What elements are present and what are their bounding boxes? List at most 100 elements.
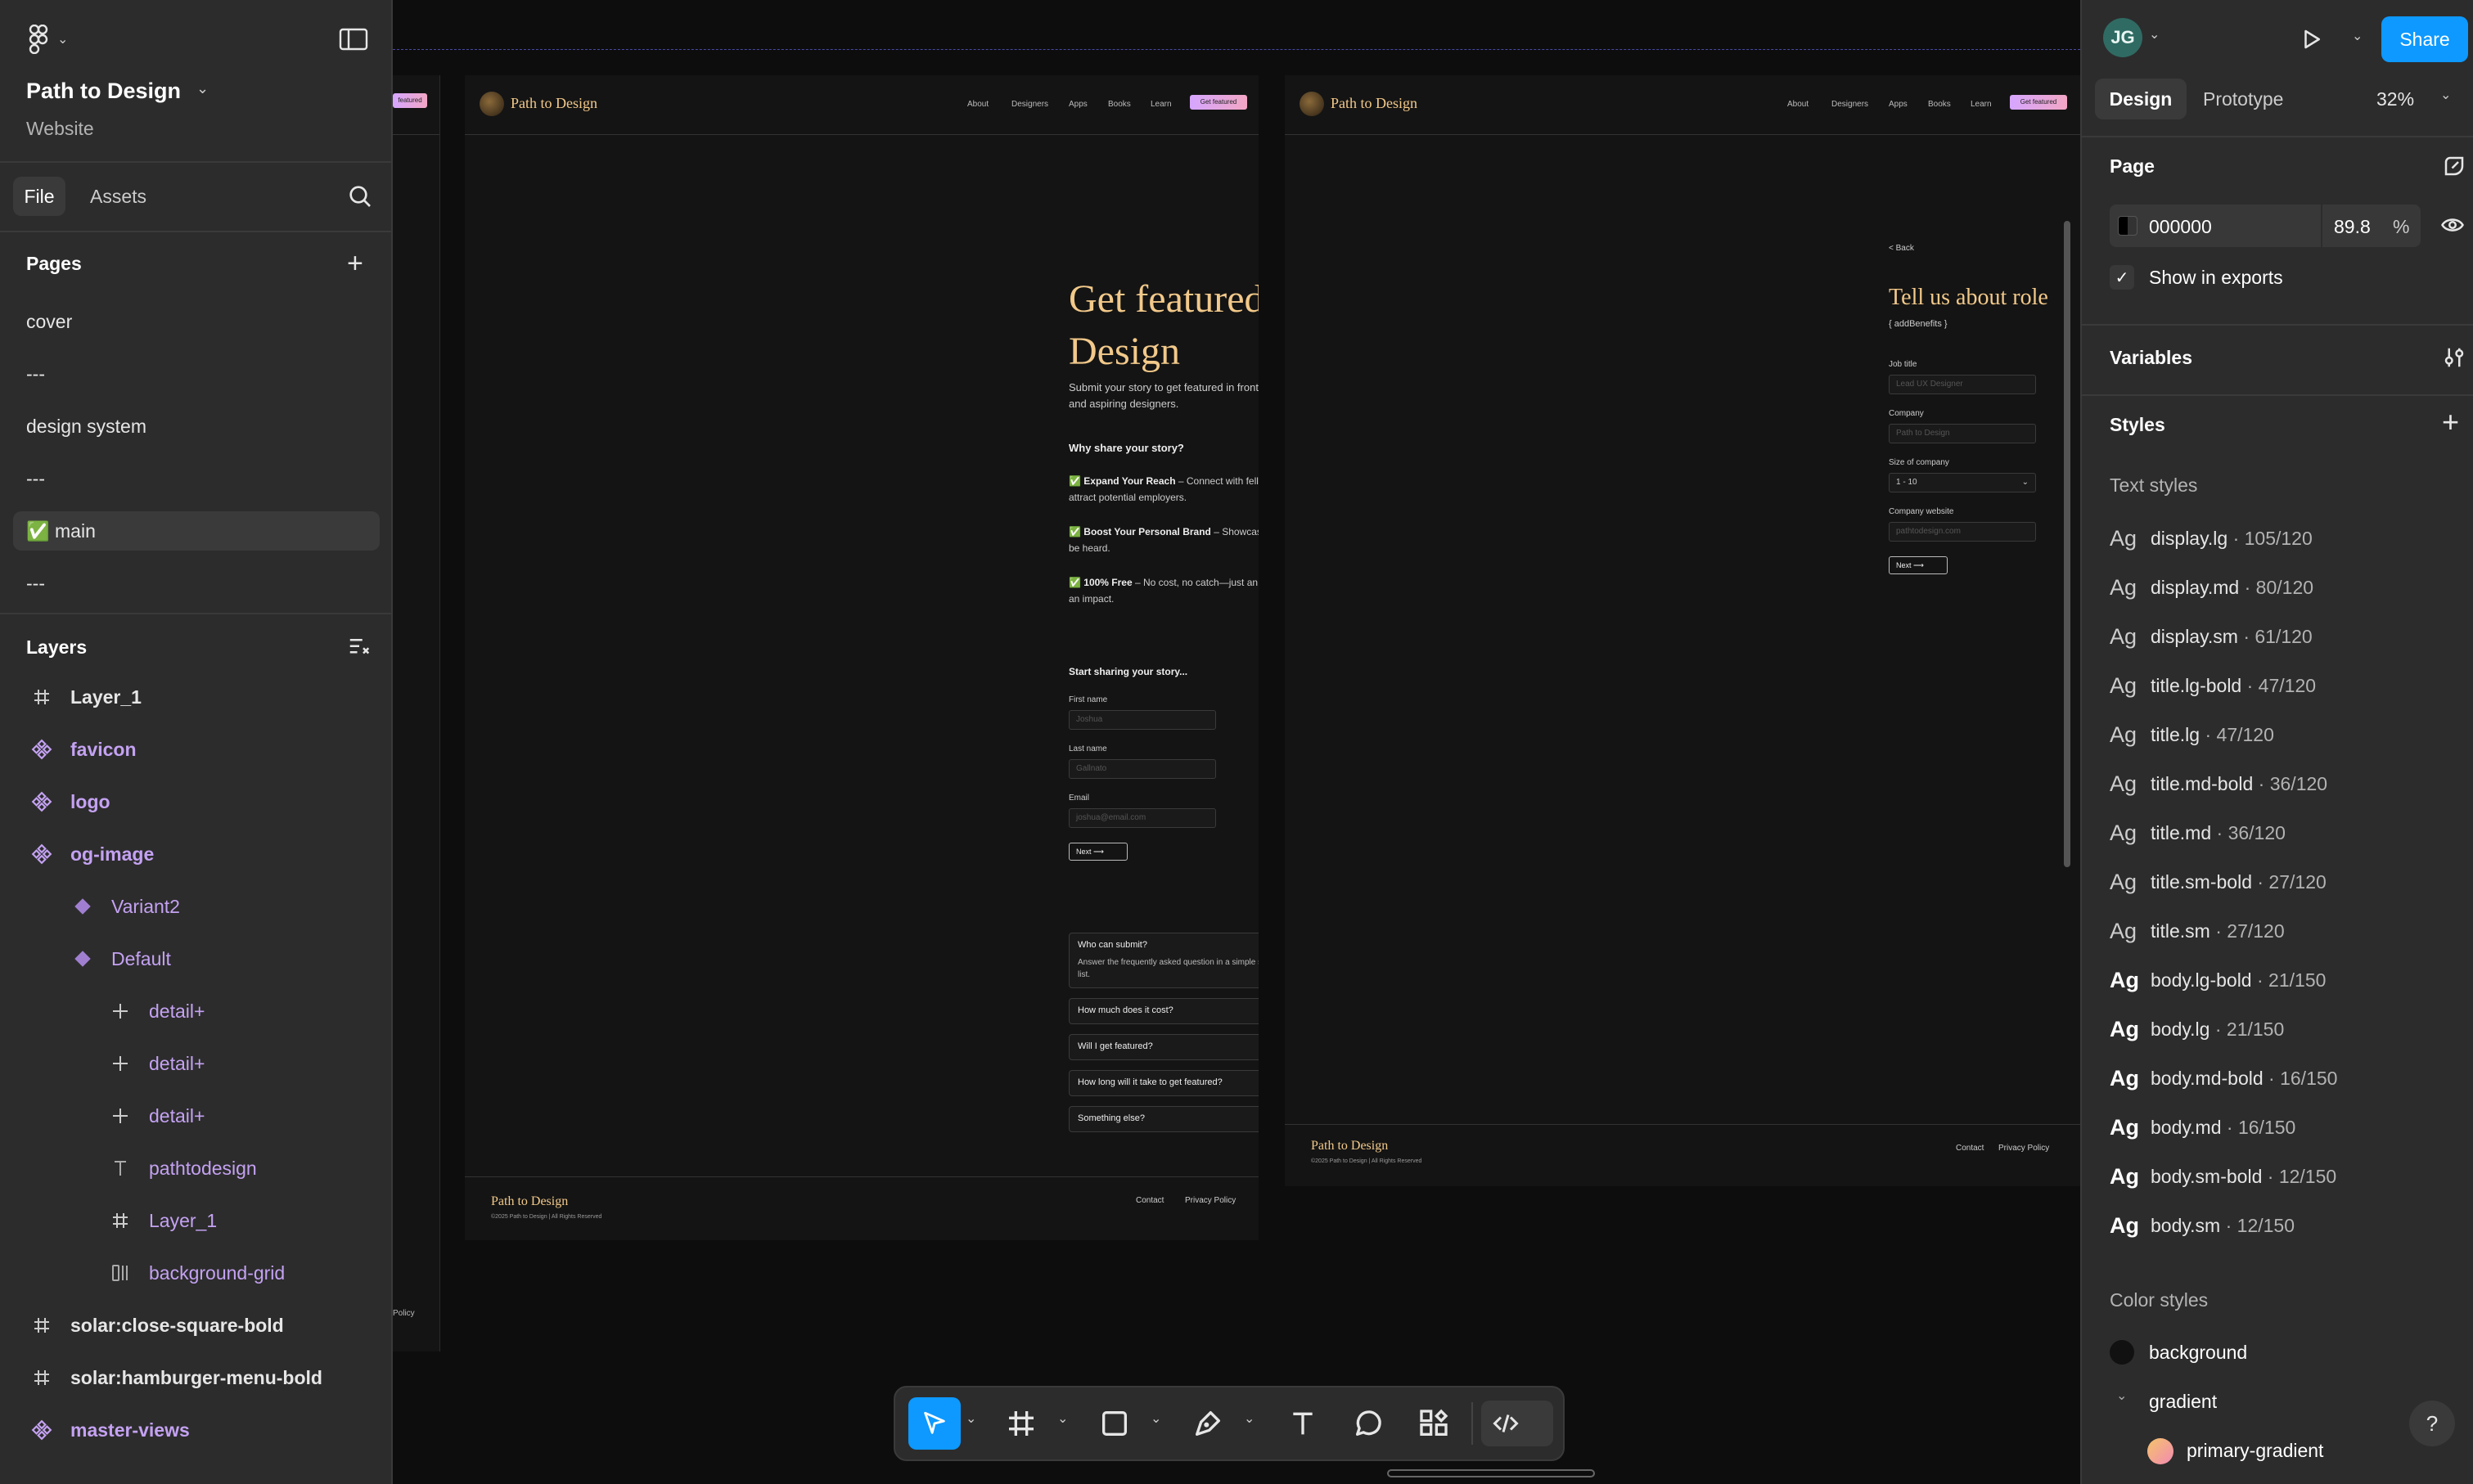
help-button[interactable]: ? [2409,1401,2455,1446]
chevron-down-icon[interactable]: ⌄ [2149,26,2160,43]
frame-tell-us-about-role[interactable]: Path to Design About Designers Apps Book… [1285,75,2080,1186]
nav-designers[interactable]: Designers [1011,100,1048,109]
partial-frame-left[interactable]: featured Policy [393,75,440,1351]
chevron-down-icon[interactable]: ⌄ [196,80,209,97]
nav-about[interactable]: About [1787,100,1809,109]
layer-item[interactable]: detail+ [108,1039,205,1088]
layer-item[interactable]: pathtodesign [108,1144,257,1193]
vertical-scrollbar[interactable] [2064,221,2070,867]
layer-item[interactable]: solar:close-square-bold [29,1301,284,1350]
next-button[interactable]: Next ⟶ [1889,556,1948,574]
text-style-item[interactable]: Ag body.md · 16/150 [2110,1103,2295,1152]
layer-item[interactable]: logo [29,777,110,826]
footer-brand[interactable]: Path to Design [1311,1139,1388,1153]
footer-brand[interactable]: Path to Design [491,1194,568,1209]
job-title-input[interactable]: Lead UX Designer [1889,375,2036,394]
company-size-select[interactable]: 1 - 10 ⌄ [1889,473,2036,492]
next-button[interactable]: Next ⟶ [1069,843,1128,861]
text-style-item[interactable]: Ag display.lg · 105/120 [2110,514,2313,563]
shape-tool-button[interactable] [1098,1407,1131,1444]
layer-item[interactable]: Layer_1 [29,672,142,722]
visibility-toggle[interactable] [2439,213,2466,241]
back-link[interactable]: < Back [1889,244,1914,253]
avatar[interactable]: JG [2103,18,2142,57]
comment-tool-button[interactable] [1352,1407,1385,1444]
footer-privacy-link[interactable]: Privacy Policy [1185,1196,1236,1205]
text-style-item[interactable]: Ag body.lg · 21/150 [2110,1005,2284,1054]
tab-assets[interactable]: Assets [90,186,146,208]
text-style-item[interactable]: Ag title.lg · 47/120 [2110,710,2274,759]
text-tool-button[interactable] [1286,1407,1319,1444]
actions-tool-button[interactable] [1417,1407,1450,1444]
tab-prototype[interactable]: Prototype [2203,88,2283,110]
faq-item[interactable]: Something else?⌄ [1069,1106,1259,1132]
chevron-down-icon[interactable]: ⌄ [1151,1410,1161,1427]
layer-item[interactable]: Variant2 [70,882,180,931]
text-style-item[interactable]: Ag body.md-bold · 16/150 [2110,1054,2337,1103]
color-style-background[interactable]: background [2149,1342,2247,1364]
page-color-hex[interactable]: 000000 [2149,216,2212,238]
chevron-down-icon[interactable]: ⌄ [1244,1410,1255,1427]
show-in-exports-checkbox[interactable]: ✓ [2110,265,2134,290]
text-style-item[interactable]: Ag body.sm · 12/150 [2110,1201,2295,1250]
page-item-design-system[interactable]: design system [13,407,380,446]
page-opacity[interactable]: 89.8 [2334,216,2371,238]
faq-item[interactable]: How much does it cost?⌄ [1069,998,1259,1024]
nav-designers[interactable]: Designers [1831,100,1868,109]
nav-learn[interactable]: Learn [1971,100,1992,109]
layer-item[interactable]: background-grid [108,1248,285,1297]
layer-item[interactable]: Layer_1 [108,1196,217,1245]
text-style-item[interactable]: Ag body.lg-bold · 21/150 [2110,956,2326,1005]
present-button[interactable] [2300,26,2324,56]
nav-about[interactable]: About [967,100,989,109]
company-input[interactable]: Path to Design [1889,424,2036,443]
faq-item[interactable]: How long will it take to get featured?⌄ [1069,1070,1259,1096]
layer-item[interactable]: favicon [29,725,137,774]
pen-tool-button[interactable] [1191,1407,1224,1444]
layer-item[interactable]: Default [70,934,171,983]
canvas[interactable]: featured Policy Path to Design About Des… [393,0,2080,1484]
page-item-divider[interactable]: --- [13,459,380,498]
page-item-main[interactable]: ✅ main [13,511,380,551]
project-title[interactable]: Path to Design [26,79,181,104]
footer-contact-link[interactable]: Contact [1136,1196,1164,1205]
nav-learn[interactable]: Learn [1151,100,1172,109]
text-style-item[interactable]: Ag title.md · 36/120 [2110,808,2286,857]
frame-tool-button[interactable] [1005,1407,1038,1444]
main-menu-button[interactable]: ⌄ [26,25,68,54]
text-style-item[interactable]: Ag display.md · 80/120 [2110,563,2313,612]
page-item-divider[interactable]: --- [13,354,380,393]
toggle-sidebar-button[interactable] [339,28,368,55]
last-name-input[interactable]: Gallnato [1069,759,1216,779]
page-item-divider[interactable]: --- [13,564,380,603]
dev-mode-toggle[interactable] [1481,1401,1553,1446]
faq-item[interactable]: Will I get featured?⌄ [1069,1034,1259,1060]
color-style-group-gradient[interactable]: gradient [2149,1391,2217,1413]
footer-privacy-link[interactable]: Privacy Policy [1998,1144,2049,1153]
layer-item[interactable]: detail+ [108,1091,205,1140]
footer-contact-link[interactable]: Contact [1956,1144,1984,1153]
email-input[interactable]: joshua@email.com [1069,808,1216,828]
move-tool-button[interactable] [908,1397,961,1450]
nav-books[interactable]: Books [1108,100,1131,109]
page-fill-field[interactable]: 000000 89.8 % [2110,205,2421,247]
layer-item[interactable]: detail+ [108,987,205,1036]
nav-brand[interactable]: Path to Design [1331,95,1417,112]
chevron-down-icon[interactable]: ⌄ [2440,87,2451,103]
chevron-down-icon[interactable]: ⌄ [1057,1410,1068,1427]
chevron-down-icon[interactable]: ⌄ [966,1410,976,1427]
first-name-input[interactable]: Joshua [1069,710,1216,730]
layer-filter-button[interactable] [347,635,372,663]
search-button[interactable] [347,183,373,214]
frame-get-featured[interactable]: Path to Design About Designers Apps Book… [465,75,1259,1240]
open-variables-button[interactable] [2442,345,2466,374]
zoom-level[interactable]: 32% [2376,88,2414,110]
page-item-cover[interactable]: cover [13,302,380,341]
nav-books[interactable]: Books [1928,100,1951,109]
layer-item[interactable]: og-image [29,830,154,879]
share-button[interactable]: Share [2381,16,2468,62]
text-style-item[interactable]: Ag title.md-bold · 36/120 [2110,759,2327,808]
get-featured-button[interactable]: Get featured [1190,95,1247,110]
layer-item[interactable]: solar:hamburger-menu-bold [29,1353,322,1402]
text-style-item[interactable]: Ag title.lg-bold · 47/120 [2110,661,2316,710]
